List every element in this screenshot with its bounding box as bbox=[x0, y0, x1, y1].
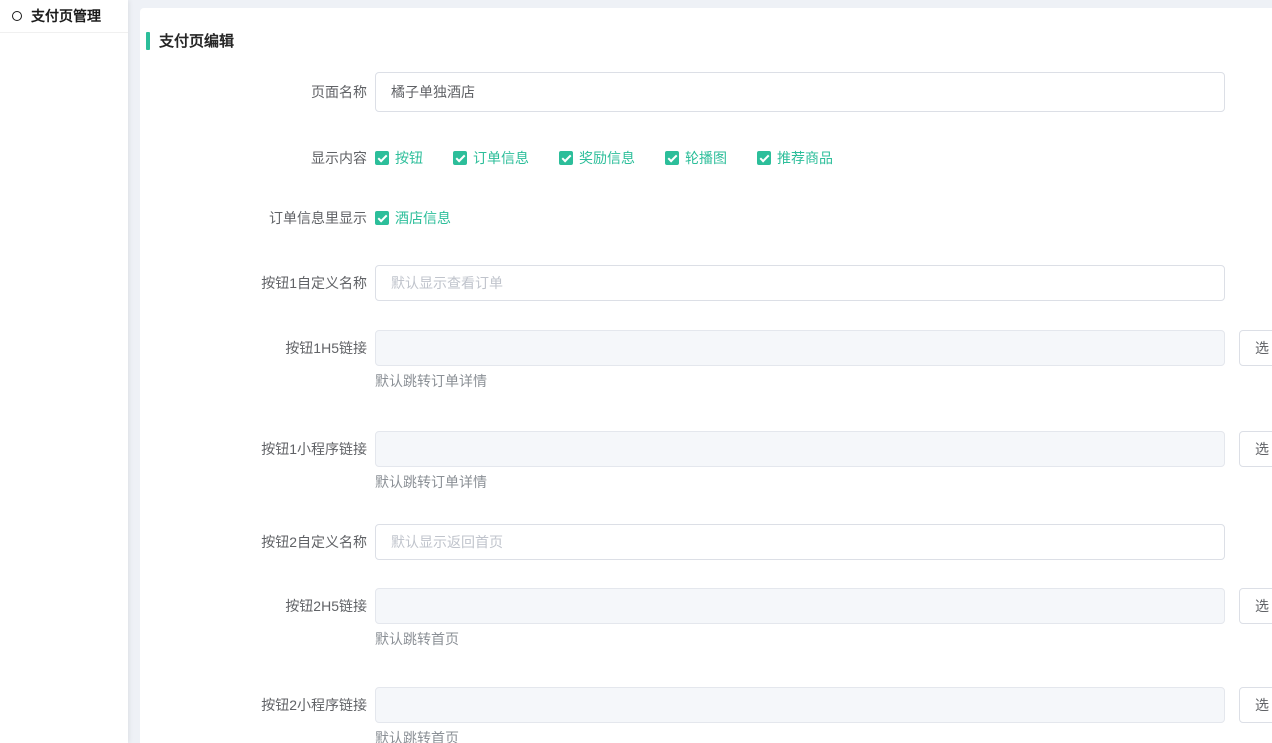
btn1-name-label: 按钮1自定义名称 bbox=[140, 265, 375, 301]
btn2-name-input[interactable] bbox=[375, 524, 1225, 560]
btn1-name-input[interactable] bbox=[375, 265, 1225, 301]
checkbox-hotel-info[interactable]: 酒店信息 bbox=[375, 208, 451, 228]
checkmark-icon bbox=[375, 211, 389, 225]
page-name-input[interactable] bbox=[375, 72, 1225, 112]
form-row-page-name: 页面名称 bbox=[140, 72, 1272, 112]
form-row-order-info-display: 订单信息里显示 酒店信息 bbox=[140, 208, 1272, 228]
btn2-h5-select-button[interactable]: 选 bbox=[1239, 588, 1272, 624]
checkmark-icon bbox=[375, 151, 389, 165]
payment-page-form: 页面名称 显示内容 按钮 订单信息 奖励信息 bbox=[140, 72, 1272, 743]
btn1-mini-label: 按钮1小程序链接 bbox=[140, 431, 375, 467]
checkbox-button[interactable]: 按钮 bbox=[375, 148, 423, 168]
btn2-mini-help-text: 默认跳转首页 bbox=[375, 729, 1272, 743]
display-content-checkbox-group: 按钮 订单信息 奖励信息 轮播图 推荐商品 bbox=[375, 148, 863, 168]
form-row-btn2-h5: 按钮2H5链接 选 默认跳转首页 bbox=[140, 588, 1272, 648]
btn1-h5-help-text: 默认跳转订单详情 bbox=[375, 372, 1272, 390]
checkbox-order-info[interactable]: 订单信息 bbox=[453, 148, 529, 168]
checkmark-icon bbox=[757, 151, 771, 165]
btn1-h5-content: 选 默认跳转订单详情 bbox=[375, 330, 1272, 390]
btn2-name-label: 按钮2自定义名称 bbox=[140, 524, 375, 560]
sidebar: 支付页管理 bbox=[0, 0, 128, 743]
btn2-mini-select-button[interactable]: 选 bbox=[1239, 687, 1272, 723]
checkmark-icon bbox=[559, 151, 573, 165]
btn2-h5-input[interactable] bbox=[375, 588, 1225, 624]
form-row-btn2-name: 按钮2自定义名称 bbox=[140, 524, 1272, 560]
btn1-mini-input[interactable] bbox=[375, 431, 1225, 467]
btn2-h5-content: 选 默认跳转首页 bbox=[375, 588, 1272, 648]
checkbox-carousel[interactable]: 轮播图 bbox=[665, 148, 727, 168]
checkbox-recommended-products[interactable]: 推荐商品 bbox=[757, 148, 833, 168]
form-row-btn1-mini: 按钮1小程序链接 选 默认跳转订单详情 bbox=[140, 431, 1272, 491]
btn1-mini-select-button[interactable]: 选 bbox=[1239, 431, 1272, 467]
form-row-btn1-name: 按钮1自定义名称 bbox=[140, 265, 1272, 301]
page-title: 支付页编辑 bbox=[159, 30, 234, 51]
checkbox-reward-info[interactable]: 奖励信息 bbox=[559, 148, 635, 168]
page-name-label: 页面名称 bbox=[140, 72, 375, 112]
display-content-label: 显示内容 bbox=[140, 148, 375, 168]
order-info-checkbox-group: 酒店信息 bbox=[375, 208, 481, 228]
order-info-display-label: 订单信息里显示 bbox=[140, 208, 375, 228]
btn1-h5-select-button[interactable]: 选 bbox=[1239, 330, 1272, 366]
btn2-mini-input[interactable] bbox=[375, 687, 1225, 723]
btn2-h5-help-text: 默认跳转首页 bbox=[375, 630, 1272, 648]
sidebar-item-payment-page[interactable]: 支付页管理 bbox=[0, 0, 128, 33]
card-title: 支付页编辑 bbox=[146, 30, 1272, 51]
btn2-mini-label: 按钮2小程序链接 bbox=[140, 687, 375, 723]
circle-icon bbox=[12, 11, 22, 21]
btn2-mini-content: 选 默认跳转首页 bbox=[375, 687, 1272, 743]
checkmark-icon bbox=[453, 151, 467, 165]
btn1-mini-help-text: 默认跳转订单详情 bbox=[375, 473, 1272, 491]
checkmark-icon bbox=[665, 151, 679, 165]
btn1-mini-content: 选 默认跳转订单详情 bbox=[375, 431, 1272, 491]
sidebar-item-label: 支付页管理 bbox=[31, 6, 101, 26]
btn2-h5-label: 按钮2H5链接 bbox=[140, 588, 375, 624]
title-accent-bar bbox=[146, 32, 150, 50]
form-row-display-content: 显示内容 按钮 订单信息 奖励信息 轮播图 bbox=[140, 148, 1272, 168]
form-row-btn2-mini: 按钮2小程序链接 选 默认跳转首页 bbox=[140, 687, 1272, 743]
payment-page-edit-card: 支付页编辑 页面名称 显示内容 按钮 订单信息 奖励信息 bbox=[140, 8, 1272, 743]
form-row-btn1-h5: 按钮1H5链接 选 默认跳转订单详情 bbox=[140, 330, 1272, 390]
btn1-h5-label: 按钮1H5链接 bbox=[140, 330, 375, 366]
btn1-h5-input[interactable] bbox=[375, 330, 1225, 366]
